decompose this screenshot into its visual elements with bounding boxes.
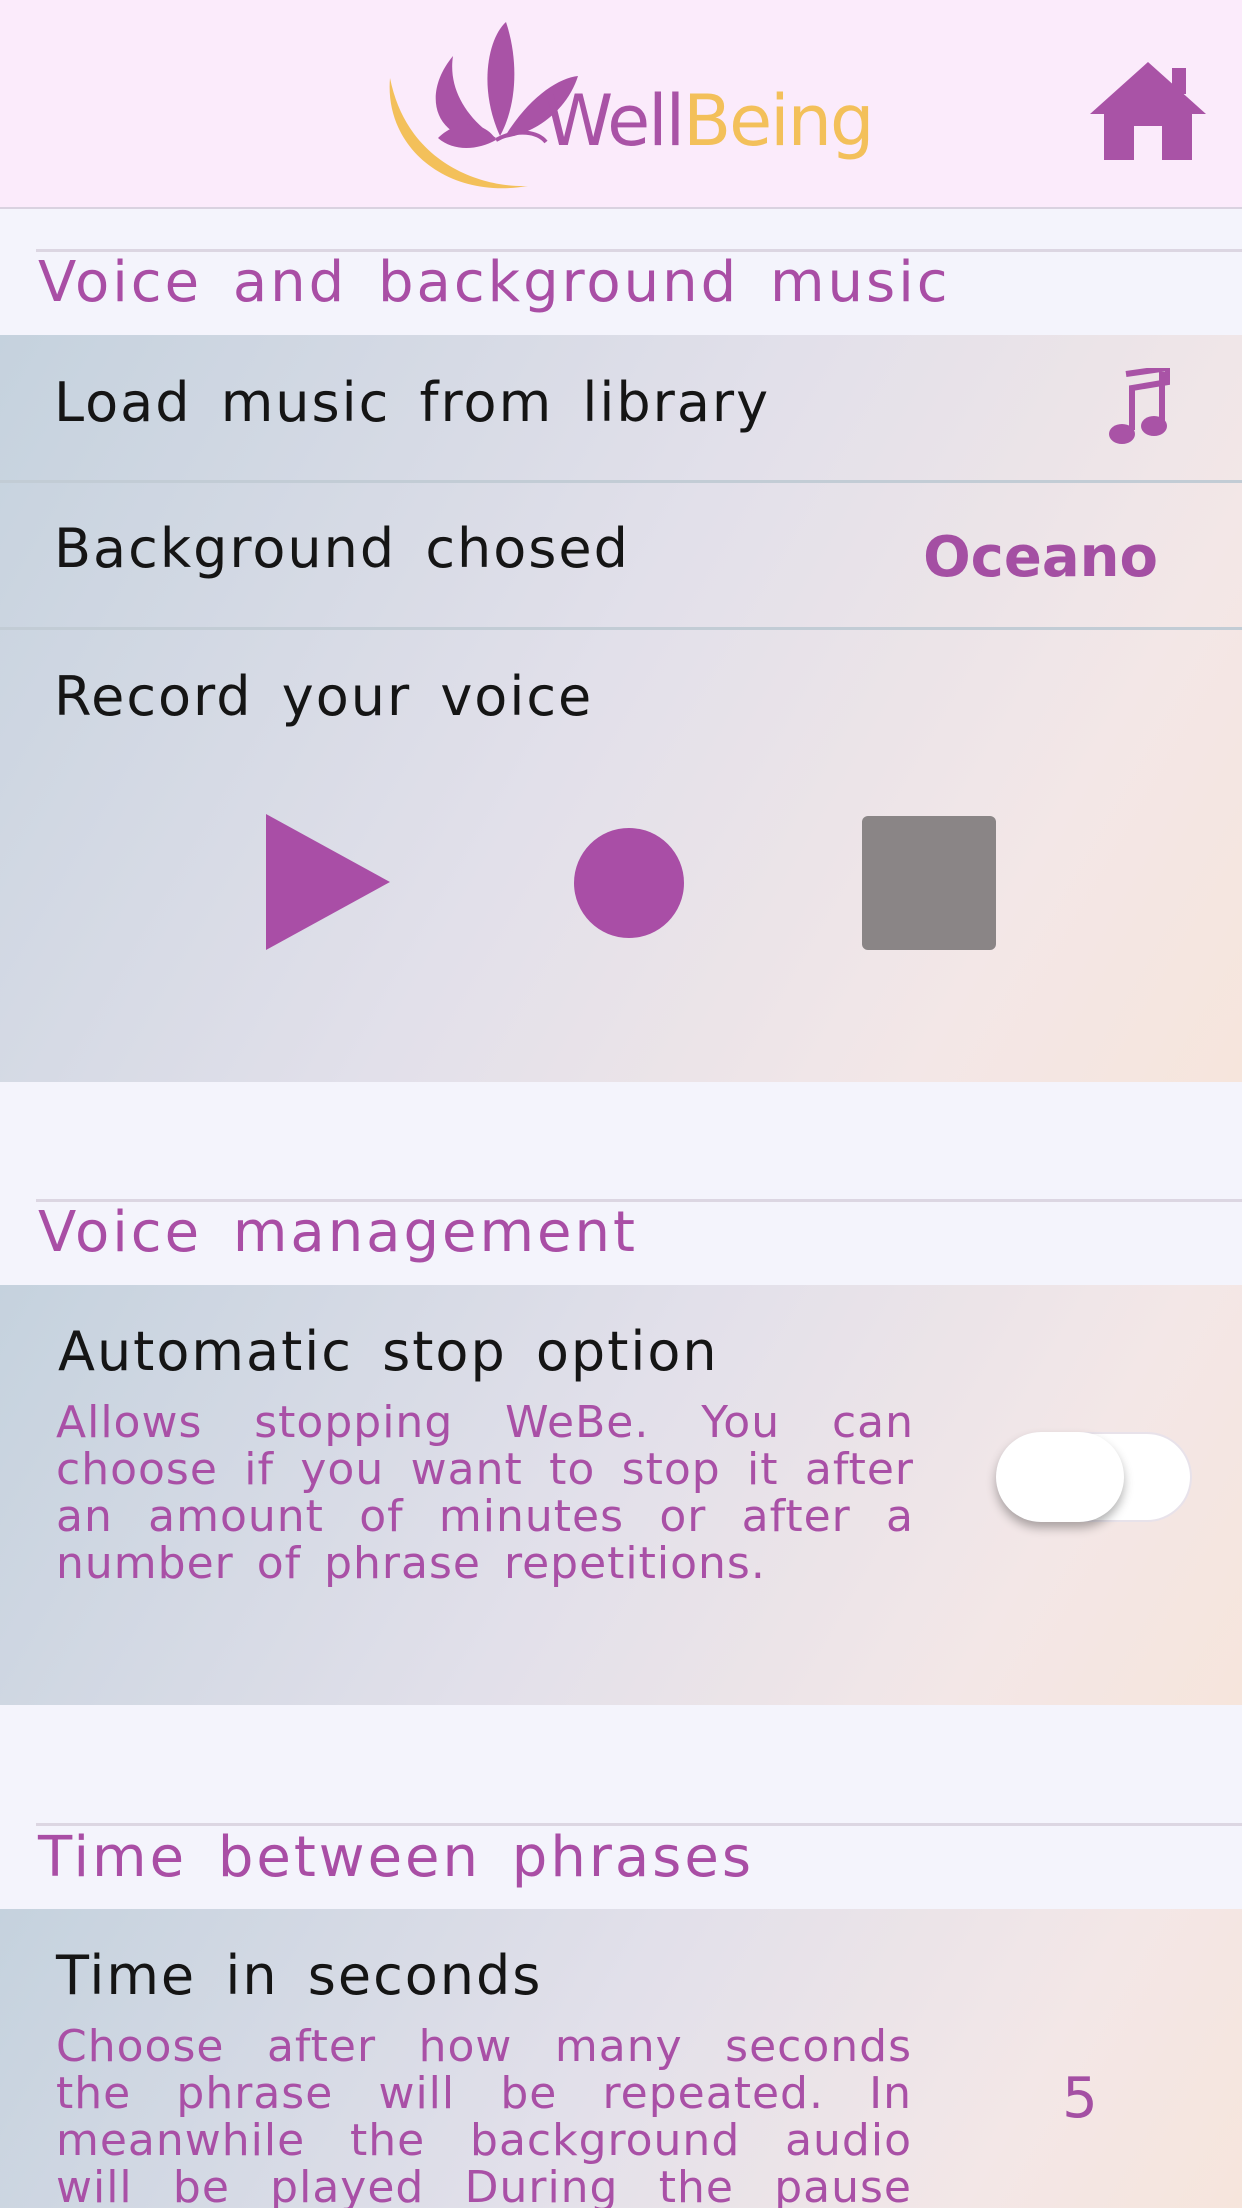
- section-title-voice-music: Voice and background music: [38, 250, 951, 315]
- logo-being-text: Being: [683, 80, 874, 162]
- wellbeing-logo: WellBeing: [378, 18, 874, 198]
- record-button[interactable]: [574, 828, 684, 938]
- time-in-seconds-label: Time in seconds: [56, 1944, 543, 2007]
- home-button[interactable]: [1088, 56, 1208, 162]
- time-between-panel: Time in seconds Choose after how many se…: [0, 1909, 1242, 2208]
- play-button[interactable]: [266, 814, 390, 950]
- settings-screen: WellBeing Voice and background music Loa…: [0, 0, 1242, 2208]
- load-music-label: Load music from library: [54, 371, 771, 434]
- automatic-stop-description: Allows stopping WeBe. You can choose if …: [56, 1397, 914, 1589]
- row-divider: [0, 627, 1242, 630]
- section-title-voice-management: Voice management: [38, 1200, 638, 1265]
- section-title-time-between: Time between phrases: [38, 1825, 754, 1890]
- load-music-button[interactable]: [1108, 364, 1171, 448]
- record-voice-label: Record your voice: [54, 665, 594, 728]
- logo-well-text: Well: [544, 80, 685, 162]
- stop-button[interactable]: [862, 816, 996, 950]
- toggle-knob: [996, 1432, 1124, 1522]
- time-description: Choose after how many seconds the phrase…: [56, 2023, 912, 2208]
- row-divider: [0, 480, 1242, 483]
- app-header: WellBeing: [0, 0, 1242, 209]
- home-icon: [1090, 62, 1206, 160]
- seconds-value[interactable]: 5: [1040, 2066, 1120, 2131]
- automatic-stop-label: Automatic stop option: [58, 1320, 719, 1383]
- background-label: Background chosed: [54, 517, 630, 580]
- background-value[interactable]: Oceano: [923, 525, 1158, 590]
- voice-music-panel: Load music from library Background chose…: [0, 335, 1242, 1082]
- automatic-stop-toggle[interactable]: [996, 1432, 1192, 1522]
- play-icon: [266, 814, 390, 950]
- music-note-icon: [1109, 364, 1171, 444]
- logo-text: WellBeing: [544, 80, 874, 162]
